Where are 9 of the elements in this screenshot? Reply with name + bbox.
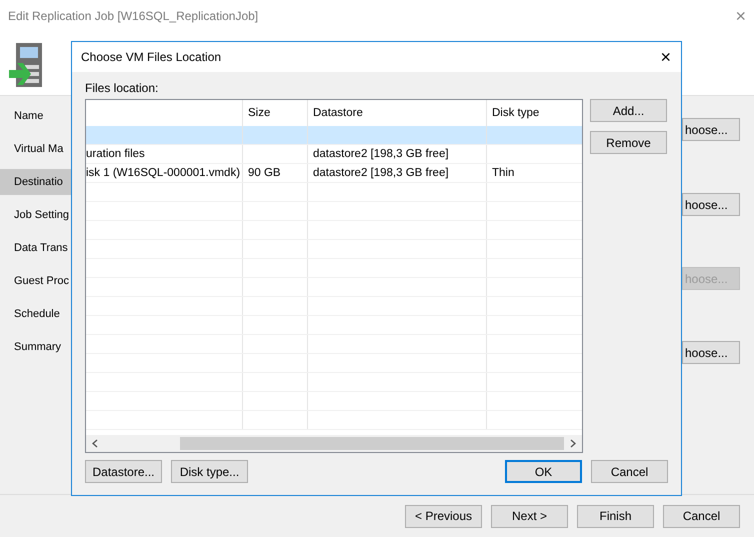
files-location-label: Files location: <box>85 81 160 97</box>
table-cell: uration files <box>86 148 145 160</box>
window-title: Edit Replication Job [W16SQL_ReplicationJob] <box>8 9 258 23</box>
dialog-title: Choose VM Files Location <box>81 50 222 64</box>
table-cell: isk 1 (W16SQL-000001.vmdk) <box>86 167 240 179</box>
table-cell: Thin <box>492 167 514 179</box>
table-cell: datastore2 [198,3 GB free] <box>313 148 449 160</box>
table-cell: 90 GB <box>248 167 281 179</box>
table-cell: datastore2 [198,3 GB free] <box>313 167 449 179</box>
